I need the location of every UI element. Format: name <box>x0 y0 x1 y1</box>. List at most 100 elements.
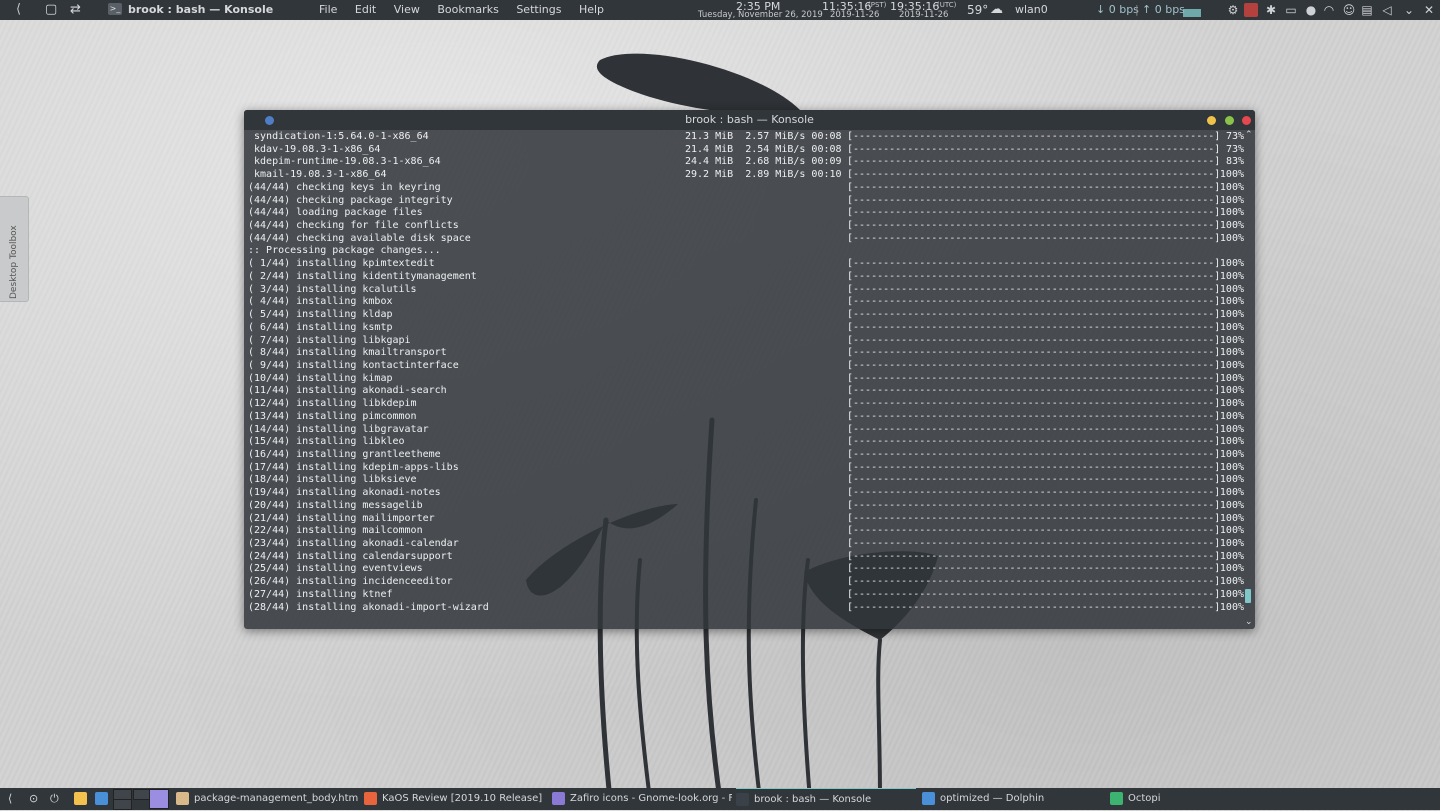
menu-view[interactable]: View <box>394 0 420 20</box>
progress-bar: [---------------------------------------… <box>847 359 1221 371</box>
notifications-icon[interactable]: ⚙ <box>1226 3 1240 17</box>
browser-icon <box>552 792 565 805</box>
install-step: (23/44) installing akonadi-calendar <box>248 538 459 550</box>
progress-percent: 100% <box>1219 321 1244 333</box>
progress-bar: [---------------------------------------… <box>847 181 1221 193</box>
pager[interactable] <box>113 789 169 810</box>
user-icon[interactable]: ☺ <box>1342 3 1356 17</box>
window-switcher-icon[interactable]: ⇄ <box>70 0 81 20</box>
updates-icon[interactable] <box>1244 3 1258 17</box>
progress-percent: 100% <box>1219 601 1244 613</box>
bluetooth-icon[interactable]: ✱ <box>1264 3 1278 17</box>
terminal-line: (15/44) installing libkleo [-------------… <box>244 436 1244 449</box>
progress-percent: 73% <box>1225 131 1244 142</box>
progress-bar: [---------------------------------------… <box>847 156 1221 168</box>
files-launcher-icon[interactable] <box>74 792 87 805</box>
browser-icon <box>364 792 377 805</box>
progress-bar: [---------------------------------------… <box>847 588 1221 600</box>
progress-bar: [---------------------------------------… <box>847 436 1221 448</box>
progress-bar: [---------------------------------------… <box>847 512 1221 524</box>
desktop-3[interactable] <box>113 799 132 810</box>
terminal-line: ( 7/44) installing libkgapi [------------… <box>244 335 1244 348</box>
weather-temperature[interactable]: 59° <box>967 0 988 20</box>
progress-percent: 100% <box>1219 410 1244 422</box>
taskbar-item[interactable]: brook : bash — Konsole <box>736 788 916 811</box>
progress-percent: 100% <box>1219 296 1244 308</box>
menu-file[interactable]: File <box>319 0 337 20</box>
desktop-toolbox[interactable]: Desktop Toolbox <box>0 196 29 302</box>
volume-icon[interactable]: ◁ <box>1380 3 1394 17</box>
terminal-line: (12/44) installing libkdepim [-----------… <box>244 398 1244 411</box>
terminal-line: (13/44) installing pimcommon [-----------… <box>244 411 1244 424</box>
taskbar-item[interactable]: optimized — Dolphin <box>922 788 1104 810</box>
konsole-window[interactable]: brook : bash — Konsole syndication-1:5.6… <box>244 110 1255 629</box>
install-step: ( 9/44) installing kontactinterface <box>248 359 459 371</box>
network-interface-label[interactable]: wlan0 <box>1015 0 1048 20</box>
taskbar-item[interactable]: Octopi <box>1110 788 1290 810</box>
user-switch-icon[interactable]: ⊙ <box>29 792 38 805</box>
maximize-button[interactable] <box>1225 116 1234 125</box>
install-step: (21/44) installing mailimporter <box>248 512 435 524</box>
clipboard-icon[interactable]: ▤ <box>1360 3 1374 17</box>
konsole-app-icon: >_ <box>108 3 122 15</box>
scrollbar-handle[interactable] <box>1245 589 1251 603</box>
menu-toggle-icon[interactable]: ⟨ <box>8 792 12 805</box>
install-step: (16/44) installing grantleetheme <box>248 449 441 460</box>
taskbar-item[interactable]: KaOS Review [2019.10 Release] Re... <box>364 788 546 810</box>
desktop-4[interactable] <box>149 789 169 809</box>
menu-help[interactable]: Help <box>579 0 604 20</box>
progress-percent: 100% <box>1219 258 1244 270</box>
terminal-line: (16/44) installing grantleetheme [-------… <box>244 449 1244 462</box>
progress-percent: 100% <box>1219 563 1244 575</box>
progress-percent: 100% <box>1219 347 1244 359</box>
wifi-icon[interactable]: ◠ <box>1322 3 1336 17</box>
taskbar-item[interactable]: Zafiro icons - Gnome-look.org - Fi... <box>552 788 732 810</box>
check-step: (44/44) checking for file conflicts <box>248 220 459 232</box>
menu-edit[interactable]: Edit <box>355 0 376 20</box>
window-titlebar[interactable]: brook : bash — Konsole <box>244 110 1255 130</box>
close-button[interactable] <box>1242 116 1251 125</box>
install-step: (17/44) installing kdepim-apps-libs <box>248 461 459 473</box>
install-step: ( 5/44) installing kldap <box>248 309 393 321</box>
install-step: (19/44) installing akonadi-notes <box>248 487 441 499</box>
minimize-button[interactable] <box>1207 116 1216 125</box>
progress-percent: 100% <box>1219 538 1244 550</box>
progress-bar: [---------------------------------------… <box>847 499 1221 511</box>
terminal-line: kmail-19.08.3-1-x86_64 29.2 MiB 2.89 MiB/… <box>244 169 1244 182</box>
tray-expand-icon[interactable]: ⌄ <box>1402 3 1416 17</box>
terminal-line: ( 9/44) installing kontactinterface [----… <box>244 360 1244 373</box>
install-step: (15/44) installing libkleo <box>248 436 405 448</box>
power-icon[interactable]: ⏻ <box>50 792 59 806</box>
terminal-line: kdav-19.08.3-1-x86_64 21.4 MiB 2.54 MiB/s… <box>244 144 1244 157</box>
install-step: (11/44) installing akonadi-search <box>248 385 447 397</box>
system-settings-icon[interactable] <box>95 792 108 805</box>
terminal-output[interactable]: syndication-1:5.64.0-1-x86_64 21.3 MiB 2.… <box>244 130 1244 629</box>
package-name: syndication-1:5.64.0-1-x86_64 <box>248 131 429 142</box>
taskbar-item-label: optimized — Dolphin <box>940 793 1045 804</box>
battery-icon[interactable]: ▭ <box>1284 3 1298 17</box>
terminal-line: ( 4/44) installing kmbox [---------------… <box>244 296 1244 309</box>
package-name: kdepim-runtime-19.08.3-1-x86_64 <box>248 156 441 168</box>
progress-percent: 100% <box>1219 436 1244 448</box>
taskbar-item[interactable]: package-management_body.html... <box>176 788 358 810</box>
terminal-line: (18/44) installing libksieve [-----------… <box>244 474 1244 487</box>
clock-pst-date: 2019-11-26 <box>830 10 880 20</box>
app-launcher-icon[interactable]: ⟨ <box>16 0 21 20</box>
terminal-line: ( 5/44) installing kldap [---------------… <box>244 309 1244 322</box>
progress-bar: [---------------------------------------… <box>847 410 1221 422</box>
progress-percent: 100% <box>1219 385 1244 397</box>
scroll-down-icon[interactable]: ⌄ <box>1245 617 1253 627</box>
show-desktop-icon[interactable]: ▢ <box>45 0 57 20</box>
logout-icon[interactable]: ✕ <box>1422 3 1436 17</box>
install-step: (20/44) installing messagelib <box>248 499 423 511</box>
terminal-line: (19/44) installing akonadi-notes [-------… <box>244 487 1244 500</box>
window-menu-icon[interactable] <box>265 116 274 125</box>
microphone-icon[interactable]: ● <box>1304 3 1318 17</box>
progress-bar: [---------------------------------------… <box>847 258 1221 270</box>
menu-bookmarks[interactable]: Bookmarks <box>437 0 498 20</box>
menu-settings[interactable]: Settings <box>516 0 561 20</box>
terminal-line: (20/44) installing messagelib [----------… <box>244 500 1244 513</box>
scroll-up-icon[interactable]: ⌃ <box>1245 130 1253 140</box>
terminal-scrollbar[interactable]: ⌃ ⌄ <box>1244 130 1255 629</box>
terminal-line: (24/44) installing calendarsupport [-----… <box>244 551 1244 564</box>
